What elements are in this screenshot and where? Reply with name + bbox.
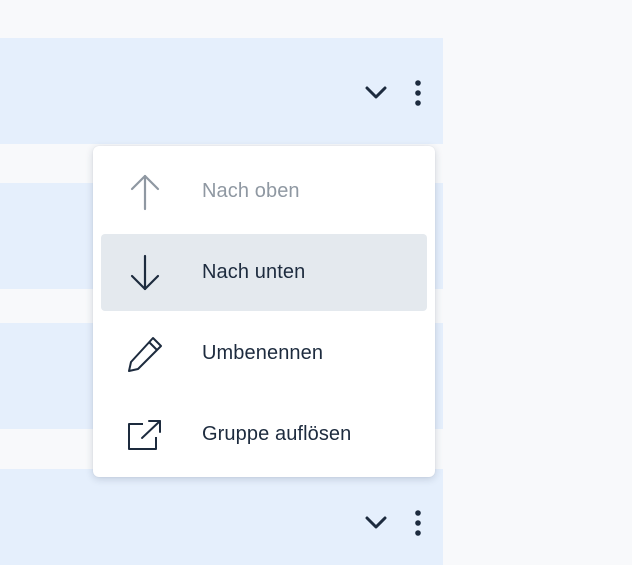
group-row-1[interactable] [0, 38, 443, 144]
chevron-down-icon[interactable] [365, 516, 387, 530]
menu-item-ungroup[interactable]: Gruppe auflösen [101, 396, 427, 473]
group-row-4[interactable] [0, 469, 443, 565]
ungroup-icon [126, 416, 164, 454]
row-controls [365, 80, 421, 106]
menu-item-label: Nach unten [202, 261, 306, 283]
arrow-up-icon [126, 173, 164, 211]
arrow-down-icon [126, 254, 164, 292]
menu-item-label: Nach oben [202, 180, 300, 202]
context-menu: Nach oben Nach unten Umbenennen Gruppe a… [93, 146, 435, 477]
menu-item-label: Gruppe auflösen [202, 423, 352, 445]
more-vertical-icon[interactable] [415, 80, 421, 106]
menu-item-rename[interactable]: Umbenennen [101, 315, 427, 392]
row-controls [365, 510, 421, 536]
menu-item-move-down[interactable]: Nach unten [101, 234, 427, 311]
pencil-icon [126, 335, 164, 373]
menu-item-move-up: Nach oben [101, 153, 427, 230]
menu-item-label: Umbenennen [202, 342, 324, 364]
chevron-down-icon[interactable] [365, 86, 387, 100]
more-vertical-icon[interactable] [415, 510, 421, 536]
